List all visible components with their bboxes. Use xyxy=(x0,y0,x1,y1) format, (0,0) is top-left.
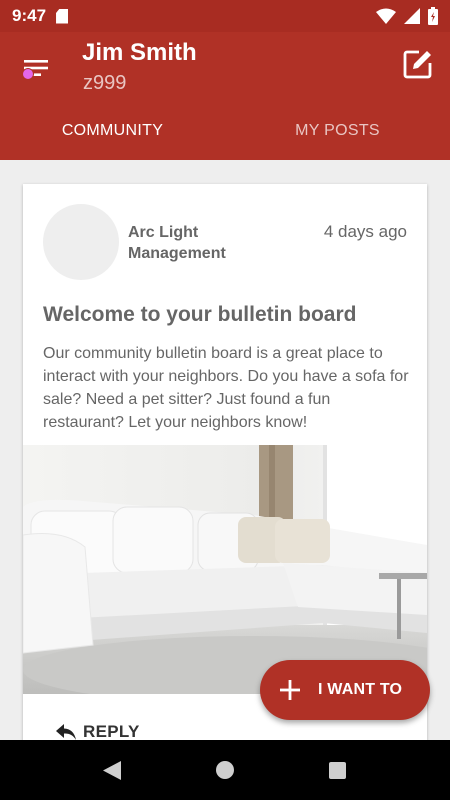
battery-icon xyxy=(428,7,438,25)
menu-button[interactable] xyxy=(18,50,54,86)
reply-button[interactable]: REPLY xyxy=(55,722,140,742)
plus-icon xyxy=(280,680,300,700)
post-author: Arc Light Management xyxy=(128,224,226,262)
sd-card-icon xyxy=(56,8,69,24)
fab-label: I WANT TO xyxy=(318,681,403,698)
i-want-to-button[interactable]: I WANT TO xyxy=(260,660,430,720)
reply-label: REPLY xyxy=(83,722,140,741)
home-icon[interactable] xyxy=(216,761,234,779)
signal-icon xyxy=(404,8,420,24)
status-bar: 9:47 xyxy=(0,0,450,32)
compose-button[interactable] xyxy=(400,46,436,82)
compose-icon xyxy=(403,50,432,79)
app-bar: Jim Smith z999 COMMUNITY MY POSTS xyxy=(0,32,450,160)
user-code: z999 xyxy=(83,72,127,94)
tab-bar: COMMUNITY MY POSTS xyxy=(0,116,450,160)
post-image-sofa xyxy=(23,445,427,694)
system-nav-bar xyxy=(0,740,450,800)
tab-my-posts[interactable]: MY POSTS xyxy=(225,116,450,160)
status-icons xyxy=(376,7,438,25)
back-icon[interactable] xyxy=(103,761,121,780)
wifi-icon xyxy=(376,8,396,24)
tab-community[interactable]: COMMUNITY xyxy=(0,116,225,160)
post-title: Welcome to your bulletin board xyxy=(43,303,357,326)
post-timestamp: 4 days ago xyxy=(323,222,407,241)
sofa-photo xyxy=(23,445,427,694)
user-name: Jim Smith xyxy=(82,39,197,66)
post-body: Our community bulletin board is a great … xyxy=(43,345,409,431)
notification-dot xyxy=(22,68,34,80)
avatar xyxy=(43,204,119,280)
recents-icon[interactable] xyxy=(329,762,346,779)
status-time: 9:47 xyxy=(12,6,47,25)
reply-icon xyxy=(56,724,76,740)
